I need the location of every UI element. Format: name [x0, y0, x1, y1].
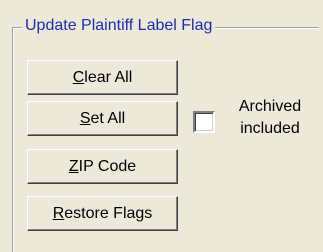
archived-label-line2: included [240, 120, 300, 137]
zip-code-button[interactable]: ZIP Code [27, 149, 178, 184]
clear-all-label: lear All [84, 68, 133, 86]
clear-all-mnemonic: C [72, 68, 85, 86]
archived-included-checkbox[interactable] [193, 111, 215, 133]
restore-flags-label: estore Flags [64, 204, 153, 222]
restore-flags-mnemonic: R [52, 204, 65, 222]
archived-included-label[interactable]: Archived included [222, 96, 318, 140]
set-all-button[interactable]: Set All [27, 101, 178, 136]
group-title: Update Plaintiff Label Flag [22, 16, 216, 36]
archived-label-line1: Archived [238, 98, 302, 115]
zip-code-label: IP Code [78, 157, 137, 175]
set-all-mnemonic: S [79, 109, 91, 127]
set-all-label: et All [90, 109, 126, 127]
restore-flags-button[interactable]: Restore Flags [27, 196, 178, 231]
zip-code-mnemonic: Z [68, 157, 79, 175]
clear-all-button[interactable]: Clear All [27, 60, 178, 95]
